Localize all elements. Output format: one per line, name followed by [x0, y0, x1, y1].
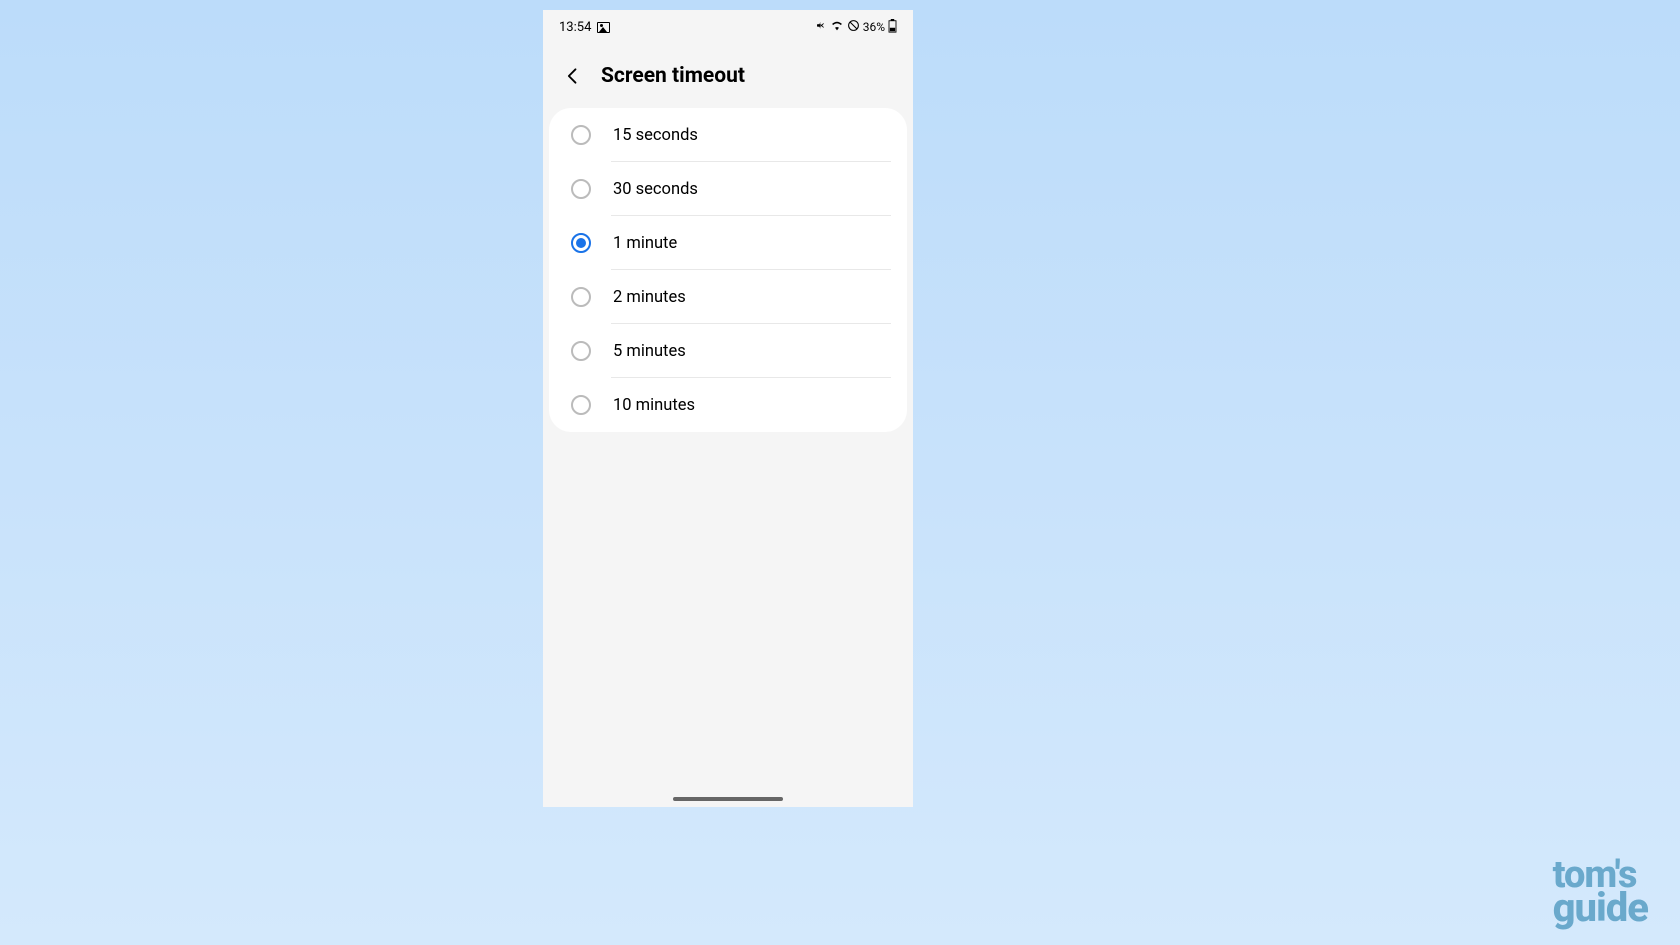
chevron-left-icon: [563, 66, 583, 86]
option-label: 2 minutes: [613, 288, 686, 307]
option-1-minute[interactable]: 1 minute: [549, 216, 907, 270]
mute-icon: [814, 19, 827, 35]
radio-icon: [571, 179, 591, 199]
status-bar: 13:54 36%: [543, 10, 913, 40]
option-label: 10 minutes: [613, 396, 695, 415]
watermark-line2: guide: [1553, 891, 1648, 925]
option-label: 30 seconds: [613, 180, 698, 199]
radio-icon: [571, 125, 591, 145]
back-button[interactable]: [563, 66, 583, 86]
picture-icon: [597, 22, 610, 33]
option-10-minutes[interactable]: 10 minutes: [549, 378, 907, 432]
phone-frame: 13:54 36% Screen timeout: [543, 10, 913, 807]
option-label: 5 minutes: [613, 342, 686, 361]
option-30-seconds[interactable]: 30 seconds: [549, 162, 907, 216]
watermark-logo: tom's guide: [1553, 859, 1648, 925]
status-right: 36%: [814, 19, 897, 36]
status-time: 13:54: [559, 20, 591, 35]
no-data-icon: [847, 19, 860, 35]
option-15-seconds[interactable]: 15 seconds: [549, 108, 907, 162]
option-2-minutes[interactable]: 2 minutes: [549, 270, 907, 324]
options-card: 15 seconds 30 seconds 1 minute 2 minutes…: [549, 108, 907, 432]
page-title: Screen timeout: [601, 64, 745, 88]
gesture-bar[interactable]: [673, 797, 783, 801]
option-label: 1 minute: [613, 234, 677, 253]
radio-icon: [571, 395, 591, 415]
battery-percentage: 36%: [863, 20, 885, 34]
radio-icon: [571, 287, 591, 307]
status-left: 13:54: [559, 20, 610, 35]
radio-icon: [571, 341, 591, 361]
battery-icon: [888, 19, 897, 36]
option-label: 15 seconds: [613, 126, 698, 145]
radio-icon-selected: [571, 233, 591, 253]
wifi-icon: [830, 19, 844, 35]
option-5-minutes[interactable]: 5 minutes: [549, 324, 907, 378]
page-header: Screen timeout: [543, 40, 913, 108]
